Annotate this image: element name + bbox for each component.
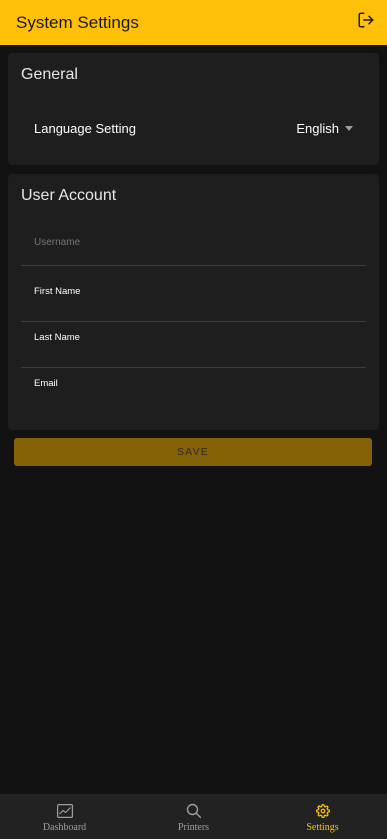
- page-title: System Settings: [16, 12, 139, 32]
- nav-label-printers: Printers: [177, 821, 210, 833]
- search-icon: [186, 803, 202, 819]
- nav-item-printers[interactable]: Printers: [129, 794, 258, 839]
- email-input[interactable]: [34, 368, 354, 414]
- language-setting-label: Language Setting: [34, 121, 136, 136]
- gear-icon: [315, 803, 331, 819]
- nav-item-settings[interactable]: Settings: [258, 794, 387, 839]
- chart-icon: [56, 803, 73, 819]
- first-name-input[interactable]: [34, 276, 354, 321]
- email-field: Email: [21, 368, 366, 414]
- user-account-title: User Account: [21, 187, 117, 204]
- nav-item-dashboard[interactable]: Dashboard: [0, 794, 129, 839]
- language-value: English: [296, 121, 339, 136]
- nav-label-dashboard: Dashboard: [42, 821, 87, 833]
- language-select[interactable]: English: [296, 121, 353, 136]
- general-title: General: [21, 66, 78, 83]
- last-name-input[interactable]: [34, 322, 354, 367]
- user-account-card: User Account First Name Last Name Email: [8, 174, 379, 430]
- username-input[interactable]: [34, 228, 354, 256]
- nav-label-settings: Settings: [306, 821, 339, 833]
- username-field: [21, 220, 366, 266]
- logout-icon: [357, 11, 375, 34]
- caret-down-icon: [345, 125, 353, 131]
- app-header: System Settings: [0, 0, 387, 45]
- app-root: System Settings General Language Setting…: [0, 0, 387, 839]
- bottom-nav: Dashboard Printers Settings: [0, 794, 387, 839]
- save-button[interactable]: SAVE: [14, 438, 372, 466]
- last-name-field: Last Name: [21, 322, 366, 368]
- first-name-field: First Name: [21, 276, 366, 322]
- logout-button[interactable]: [354, 11, 378, 35]
- general-card: General Language Setting English: [8, 53, 379, 165]
